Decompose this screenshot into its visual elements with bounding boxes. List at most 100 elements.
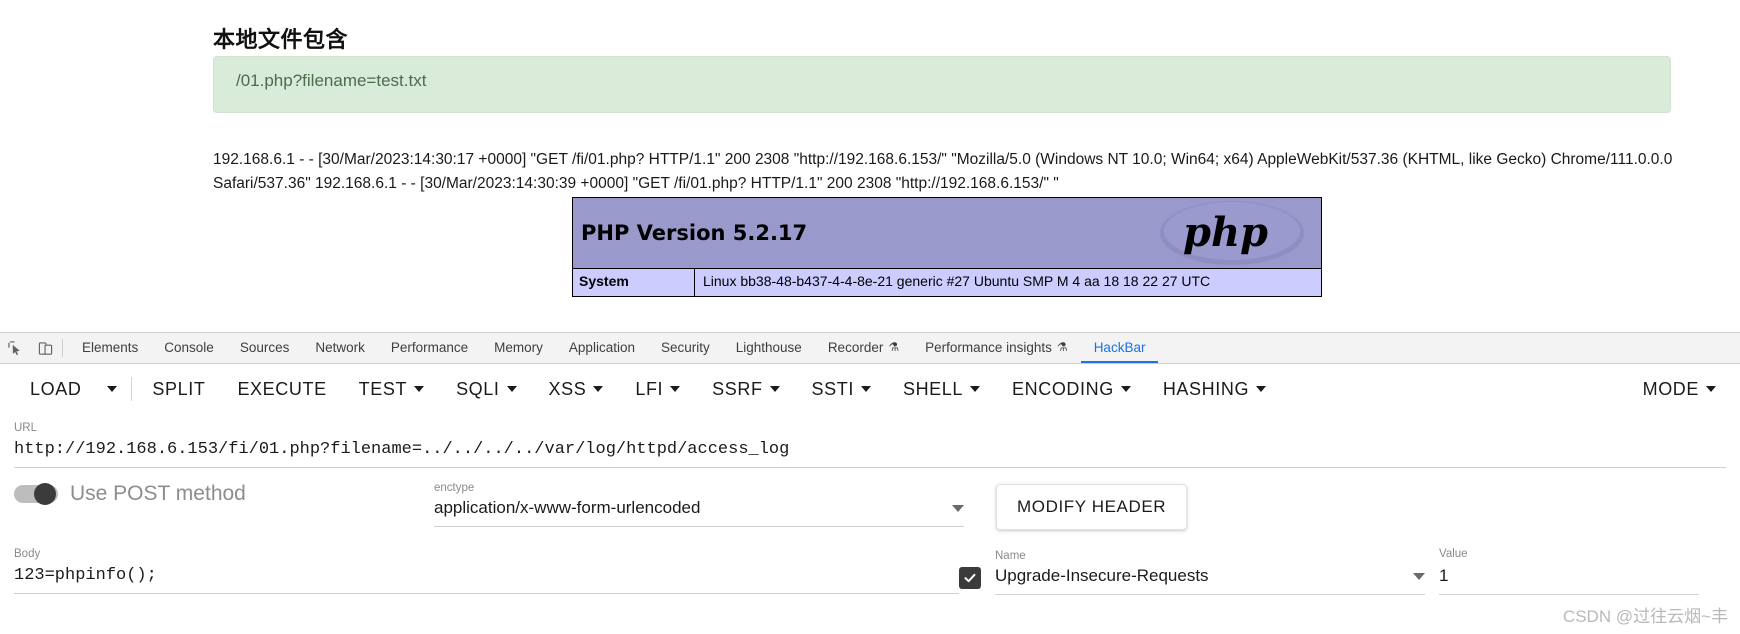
hashing-label: HASHING bbox=[1162, 378, 1250, 399]
tab-label: Elements bbox=[82, 339, 139, 355]
tab-hackbar[interactable]: HackBar bbox=[1080, 333, 1159, 363]
check-icon bbox=[964, 573, 976, 583]
xss-label: XSS bbox=[548, 378, 587, 399]
php-version-label: PHP Version 5.2.17 bbox=[581, 221, 808, 245]
split-label: SPLIT bbox=[152, 378, 206, 399]
tab-performance-insights[interactable]: Performance insights ⚗ bbox=[912, 333, 1081, 363]
phpinfo-row: System Linux bb38-48-b437-4-4-8e-21 gene… bbox=[572, 269, 1322, 297]
browser-page-content: 本地文件包含 /01.php?filename=test.txt 192.168… bbox=[0, 0, 1740, 330]
tab-performance[interactable]: Performance bbox=[378, 333, 481, 363]
split-button[interactable]: SPLIT bbox=[136, 370, 221, 408]
mode-menu-button[interactable]: MODE bbox=[1627, 370, 1732, 408]
phpinfo-row-key: System bbox=[573, 269, 695, 296]
tab-sources[interactable]: Sources bbox=[227, 333, 303, 363]
url-field-row: URL bbox=[0, 414, 1740, 468]
chevron-down-icon bbox=[1706, 386, 1716, 392]
tab-label: Sources bbox=[239, 339, 290, 355]
tab-memory[interactable]: Memory bbox=[481, 333, 556, 363]
shell-menu-button[interactable]: SHELL bbox=[887, 370, 996, 408]
sqli-menu-button[interactable]: SQLI bbox=[440, 370, 532, 408]
header-name-select[interactable]: Upgrade-Insecure-Requests bbox=[995, 562, 1425, 595]
alert-text: /01.php?filename=test.txt bbox=[236, 71, 427, 90]
lfi-menu-button[interactable]: LFI bbox=[619, 370, 696, 408]
tab-label: HackBar bbox=[1093, 339, 1146, 355]
inspect-element-icon[interactable] bbox=[0, 333, 30, 363]
header-value-field: Value bbox=[1439, 548, 1699, 595]
test-menu-button[interactable]: TEST bbox=[343, 370, 440, 408]
execute-button[interactable]: EXECUTE bbox=[221, 370, 342, 408]
chevron-down-icon bbox=[107, 386, 118, 392]
chevron-down-icon bbox=[1120, 386, 1131, 392]
hackbar-toolbar: LOAD SPLIT EXECUTE TEST SQLI XSS LFI SSR… bbox=[0, 364, 1740, 414]
enctype-field[interactable]: enctype application/x-www-form-urlencode… bbox=[434, 482, 964, 527]
shell-label: SHELL bbox=[902, 378, 964, 399]
tab-recorder[interactable]: Recorder ⚗ bbox=[815, 333, 912, 363]
body-input[interactable] bbox=[14, 560, 959, 594]
header-value-input[interactable] bbox=[1439, 560, 1699, 595]
devtools-tabbar: Elements Console Sources Network Perform… bbox=[0, 333, 1740, 364]
test-label: TEST bbox=[358, 378, 408, 399]
tab-label: Application bbox=[568, 339, 635, 355]
tab-label: Performance bbox=[390, 339, 469, 355]
toolbar-divider bbox=[131, 377, 133, 401]
chevron-down-icon bbox=[1413, 572, 1425, 580]
enctype-value: application/x-www-form-urlencoded bbox=[434, 498, 701, 517]
xss-menu-button[interactable]: XSS bbox=[533, 370, 620, 408]
tab-console[interactable]: Console bbox=[151, 333, 227, 363]
hackbar-panel: LOAD SPLIT EXECUTE TEST SQLI XSS LFI SSR… bbox=[0, 364, 1740, 595]
modify-header-button[interactable]: MODIFY HEADER bbox=[996, 484, 1188, 530]
tab-label: Security bbox=[660, 339, 710, 355]
enctype-select[interactable]: application/x-www-form-urlencoded bbox=[434, 494, 964, 527]
chevron-down-icon bbox=[769, 386, 780, 392]
tab-security[interactable]: Security bbox=[648, 333, 723, 363]
tab-label: Performance insights bbox=[925, 339, 1052, 355]
execute-label: EXECUTE bbox=[237, 378, 327, 399]
tab-label: Network bbox=[315, 339, 365, 355]
encoding-menu-button[interactable]: ENCODING bbox=[996, 370, 1147, 408]
encoding-label: ENCODING bbox=[1012, 378, 1114, 399]
load-dropdown-button[interactable] bbox=[97, 370, 127, 408]
load-label: LOAD bbox=[30, 378, 82, 399]
beaker-icon: ⚗ bbox=[1056, 340, 1068, 354]
mode-label: MODE bbox=[1642, 378, 1699, 399]
chevron-down-icon bbox=[593, 386, 604, 392]
device-toolbar-icon[interactable] bbox=[30, 333, 60, 363]
chevron-down-icon bbox=[952, 504, 964, 512]
tab-label: Recorder bbox=[827, 339, 884, 355]
header-entry-row: Name Upgrade-Insecure-Requests Value bbox=[959, 548, 1726, 595]
tab-elements[interactable]: Elements bbox=[69, 333, 151, 363]
post-method-toggle-group[interactable]: Use POST method bbox=[14, 482, 434, 506]
access-log-text: 192.168.6.1 - - [30/Mar/2023:14:30:17 +0… bbox=[213, 151, 1673, 192]
enctype-label: enctype bbox=[434, 482, 475, 494]
chevron-down-icon bbox=[860, 386, 871, 392]
sqli-label: SQLI bbox=[456, 378, 500, 399]
header-name-label: Name bbox=[995, 550, 1026, 562]
page-title: 本地文件包含 bbox=[213, 26, 349, 52]
ssti-label: SSTI bbox=[811, 378, 854, 399]
toggle-knob bbox=[34, 483, 56, 505]
ssti-menu-button[interactable]: SSTI bbox=[796, 370, 887, 408]
post-method-label: Use POST method bbox=[70, 482, 246, 505]
svg-text:php: php bbox=[1183, 209, 1268, 256]
url-input[interactable] bbox=[14, 434, 1726, 468]
header-name-field[interactable]: Name Upgrade-Insecure-Requests bbox=[995, 550, 1425, 595]
tab-label: Console bbox=[164, 339, 214, 355]
tab-lighthouse[interactable]: Lighthouse bbox=[723, 333, 815, 363]
hashing-menu-button[interactable]: HASHING bbox=[1147, 370, 1282, 408]
tab-application[interactable]: Application bbox=[556, 333, 648, 363]
phpinfo-header: PHP Version 5.2.17 php bbox=[572, 197, 1322, 269]
php-logo-icon: php bbox=[1157, 193, 1307, 273]
chevron-down-icon bbox=[1256, 386, 1267, 392]
body-and-header-row: Body Name Upgrade-Insecure-Requests bbox=[0, 530, 1740, 595]
header-value-label: Value bbox=[1439, 548, 1468, 560]
body-field-label: Body bbox=[14, 548, 41, 560]
lfi-label: LFI bbox=[635, 378, 664, 399]
ssrf-menu-button[interactable]: SSRF bbox=[696, 370, 795, 408]
ssrf-label: SSRF bbox=[712, 378, 763, 399]
phpinfo-row-value: Linux bb38-48-b437-4-4-8e-21 generic #27… bbox=[695, 269, 1321, 296]
url-field-label: URL bbox=[14, 422, 38, 434]
tab-network[interactable]: Network bbox=[302, 333, 378, 363]
load-button[interactable]: LOAD bbox=[14, 370, 97, 408]
post-method-toggle[interactable] bbox=[14, 483, 58, 505]
header-enabled-checkbox[interactable] bbox=[959, 567, 981, 589]
